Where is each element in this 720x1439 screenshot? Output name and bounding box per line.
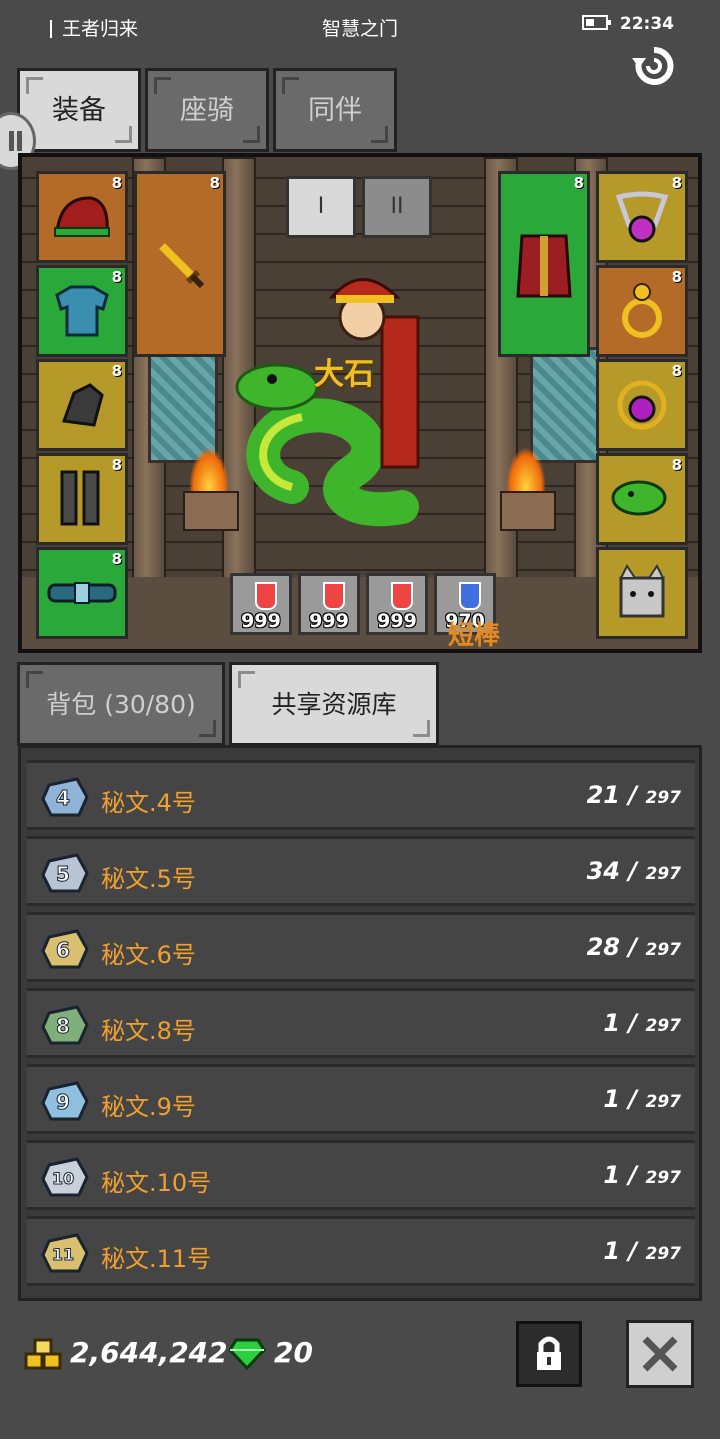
hero-sprite	[235, 278, 420, 527]
gold-amount: 2,644,242	[70, 1336, 228, 1369]
slot-weapon[interactable]: 8	[134, 171, 226, 357]
amulet-icon	[617, 380, 667, 430]
rune-stone-icon: 8	[41, 1005, 89, 1045]
list-item[interactable]: 8 秘文.8号 1 / 297	[27, 988, 695, 1058]
rune-stone-icon: 4	[41, 777, 89, 817]
slot-offhand[interactable]: 8	[498, 171, 590, 357]
rune-stone-icon: 6	[41, 929, 89, 969]
slot-gloves[interactable]: 8	[36, 359, 128, 451]
status-time: 22:34	[581, 14, 674, 34]
slot-pet[interactable]: 8	[596, 453, 688, 545]
set-2-button[interactable]: II	[362, 176, 432, 238]
hat-icon	[54, 196, 110, 237]
gauntlet-icon	[61, 383, 104, 427]
slot-boots[interactable]: 8	[36, 453, 128, 545]
item-list: 4 秘文.4号 21 / 297 5 秘文.5号 34 / 297 6 秘文.6…	[18, 745, 702, 1301]
tab-backpack[interactable]: 背包 (30/80)	[17, 662, 225, 746]
svg-text:5: 5	[56, 862, 70, 886]
gold-icon	[24, 1338, 62, 1370]
ring-icon	[622, 283, 662, 338]
svg-text:6: 6	[56, 938, 70, 962]
cat-pet-icon	[619, 564, 665, 618]
list-item[interactable]: 6 秘文.6号 28 / 297	[27, 912, 695, 982]
lock-button[interactable]	[516, 1321, 582, 1387]
rune-stone-icon: 11	[41, 1233, 89, 1273]
gem-amount: 20	[274, 1336, 313, 1369]
brazier-left	[179, 447, 239, 531]
rune-stone-icon: 10	[41, 1157, 89, 1197]
slot-helmet[interactable]: 8	[36, 171, 128, 263]
battery-icon	[581, 15, 611, 30]
close-icon	[642, 1336, 678, 1372]
rune-stone-icon: 9	[41, 1081, 89, 1121]
slot-armor[interactable]: 8	[36, 265, 128, 357]
tab-companion[interactable]: 同伴	[273, 68, 397, 152]
cloak-icon	[516, 234, 572, 298]
belt-icon	[47, 582, 117, 604]
armor-icon	[55, 285, 109, 337]
svg-text:4: 4	[56, 786, 70, 810]
lock-icon	[537, 1336, 561, 1370]
boots-icon	[60, 470, 100, 526]
set-1-button[interactable]: I	[286, 176, 356, 238]
snake-pet-icon	[611, 480, 667, 516]
slot-ring[interactable]: 8	[596, 265, 688, 357]
refresh-icon[interactable]	[630, 42, 678, 90]
scene-window	[530, 347, 600, 463]
slot-necklace[interactable]: 8	[596, 171, 688, 263]
slot-companion[interactable]	[596, 547, 688, 639]
tab-shared-storage[interactable]: 共享资源库	[229, 662, 439, 746]
potion-slot-2[interactable]: 999	[298, 573, 360, 635]
list-item[interactable]: 10 秘文.10号 1 / 297	[27, 1140, 695, 1210]
svg-text:8: 8	[56, 1014, 70, 1038]
close-button[interactable]	[626, 1320, 694, 1388]
list-item[interactable]: 11 秘文.11号 1 / 297	[27, 1216, 695, 1286]
list-item[interactable]: 9 秘文.9号 1 / 297	[27, 1064, 695, 1134]
hero-name: 大石	[314, 357, 374, 392]
scene-window	[148, 347, 218, 463]
svg-text:10: 10	[52, 1169, 74, 1188]
weapon-name-label: 短棒	[448, 621, 501, 651]
necklace-icon	[615, 191, 669, 243]
potion-slot-3[interactable]: 999	[366, 573, 428, 635]
list-item[interactable]: 4 秘文.4号 21 / 297	[27, 760, 695, 830]
list-item[interactable]: 5 秘文.5号 34 / 297	[27, 836, 695, 906]
equipment-scene: 大石 I II 8 8 8 8 8 8 8 8 8 8 8 999 999 99…	[18, 153, 702, 653]
svg-text:9: 9	[56, 1090, 70, 1114]
brazier-right	[496, 447, 556, 531]
slot-belt[interactable]: 8	[36, 547, 128, 639]
potion-slot-1[interactable]: 999	[230, 573, 292, 635]
sword-icon	[159, 243, 205, 289]
green-gem-icon	[228, 1338, 266, 1370]
tab-mount[interactable]: 座骑	[145, 68, 269, 152]
rune-stone-icon: 5	[41, 853, 89, 893]
svg-text:11: 11	[52, 1245, 74, 1264]
slot-amulet[interactable]: 8	[596, 359, 688, 451]
